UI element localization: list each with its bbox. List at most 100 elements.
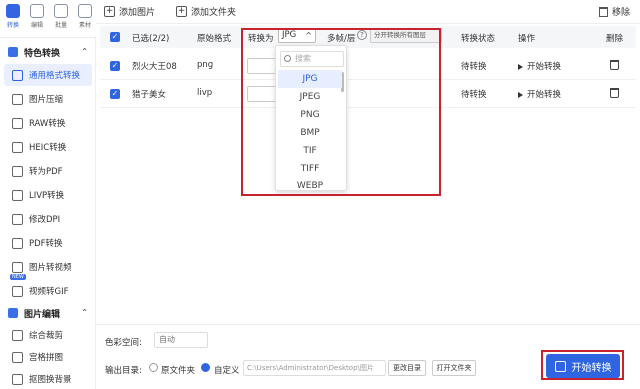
trash-icon[interactable] <box>610 88 619 98</box>
custom-label: 自定义 <box>214 366 240 376</box>
cutout-icon <box>12 373 23 385</box>
sidebar-item-label: 视频转GIF <box>29 287 69 297</box>
format-dropdown: 搜索 JPG JPEG PNG BMP TIF TIFF WEBP <box>275 45 347 191</box>
sidebar-item-label: 宫格拼图 <box>29 353 64 363</box>
format-option-tif[interactable]: TIF <box>278 142 342 160</box>
sidebar-item-to-pdf[interactable]: 转为PDF <box>4 160 92 182</box>
rail-edit[interactable]: 编辑 <box>26 4 48 34</box>
add-image-label: 添加图片 <box>119 8 156 18</box>
change-dir-button[interactable]: 更改目录 <box>388 360 426 376</box>
trash-icon[interactable] <box>610 60 619 70</box>
play-icon <box>518 64 523 70</box>
table-row[interactable]: ✓ 烈火大王08 png 待转换 开始转换 <box>100 52 636 80</box>
rail-batch-label: 批量 <box>54 22 67 29</box>
format-option-jpeg[interactable]: JPEG <box>278 88 342 106</box>
compress-icon <box>12 93 23 105</box>
row-checkbox[interactable]: ✓ <box>110 89 120 99</box>
crop-icon <box>12 329 23 341</box>
dpi-icon <box>12 213 23 225</box>
multi-frame-select[interactable]: 分开转换所有图层 <box>370 28 442 43</box>
sidebar-item-compress[interactable]: 图片压缩 <box>4 88 92 110</box>
sidebar-item-label: 通用格式转换 <box>29 71 81 81</box>
row-start-button[interactable]: 开始转换 <box>518 88 561 100</box>
header-orig-format: 原始格式 <box>197 34 232 44</box>
start-convert-button[interactable]: 开始转换 <box>546 354 620 378</box>
sidebar-item-label: 图片压缩 <box>29 95 64 105</box>
section-image-edit[interactable]: 图片编辑 ⌃ <box>0 302 96 324</box>
row-start-button[interactable]: 开始转换 <box>518 60 561 72</box>
table-row[interactable]: ✓ 猎子美女 livp 待转换 开始转换 <box>100 80 636 108</box>
sidebar-item-general-convert[interactable]: 通用格式转换 <box>4 64 92 86</box>
radio-custom[interactable] <box>201 363 210 372</box>
sidebar-item-label: PDF转换 <box>29 239 63 249</box>
trash-icon <box>598 6 608 17</box>
select-all-checkbox[interactable]: ✓ <box>110 32 120 42</box>
file-status: 待转换 <box>461 62 487 72</box>
radio-original-folder[interactable] <box>149 363 158 372</box>
format-option-jpg[interactable]: JPG <box>278 70 342 88</box>
help-icon[interactable]: ? <box>357 30 367 40</box>
sidebar-item-grid-collage[interactable]: 宫格拼图 <box>4 346 92 368</box>
sidebar-item-label: 修改DPI <box>29 215 61 225</box>
clear-list-button[interactable]: 移除 <box>598 5 630 18</box>
sidebar-item-heic[interactable]: HEIC转换 <box>4 136 92 158</box>
add-image-button[interactable]: + 添加图片 <box>104 5 155 18</box>
sidebar-item-crop[interactable]: 综合裁剪 <box>4 324 92 346</box>
multi-frame-value: 分开转换所有图层 <box>374 31 426 39</box>
sidebar-item-video-to-gif[interactable]: NEW 视频转GIF <box>4 274 92 302</box>
play-icon <box>518 92 523 98</box>
special-convert-icon <box>8 47 18 57</box>
open-folder-button[interactable]: 打开文件夹 <box>432 360 476 376</box>
table-header: ✓ 已选(2/2) 原始格式 转换为 多帧/层 转换状态 操作 删除 <box>100 26 636 48</box>
toolbar: + 添加图片 + 添加文件夹 移除 <box>96 0 640 24</box>
mode-rail: 转换 编辑 批量 素材 <box>0 0 96 38</box>
format-option-webp[interactable]: WEBP <box>278 177 342 195</box>
grid-icon <box>12 351 23 363</box>
file-name: 烈火大王08 <box>132 62 177 72</box>
rail-batch[interactable]: 批量 <box>50 4 72 34</box>
rail-material[interactable]: 素材 <box>74 4 96 34</box>
convert-icon <box>554 360 566 372</box>
sidebar-item-pdf-convert[interactable]: PDF转换 <box>4 232 92 254</box>
rail-convert[interactable]: 转换 <box>2 4 24 34</box>
sidebar-item-label: 抠图换背景 <box>29 375 72 385</box>
clear-list-label: 移除 <box>611 8 630 18</box>
chevron-up-icon: ^ <box>305 31 312 40</box>
output-path-value: C:\Users\Administrator\Desktop\图片 <box>247 364 374 372</box>
sidebar-item-livp[interactable]: LIVP转换 <box>4 184 92 206</box>
sidebar-item-label: HEIC转换 <box>29 143 67 153</box>
row-checkbox[interactable]: ✓ <box>110 61 120 71</box>
pdf-icon <box>12 165 23 177</box>
sidebar-item-cutout[interactable]: 抠图换背景 <box>4 368 92 389</box>
search-icon <box>284 55 291 62</box>
format-option-bmp[interactable]: BMP <box>278 124 342 142</box>
file-format: png <box>197 60 214 70</box>
header-selected: 已选(2/2) <box>132 34 170 44</box>
format-option-tiff[interactable]: TIFF <box>278 160 342 178</box>
header-convert-to: 转换为 <box>248 34 274 44</box>
new-badge: NEW <box>10 274 26 280</box>
format-option-png[interactable]: PNG <box>278 106 342 124</box>
sidebar-item-label: LIVP转换 <box>29 191 65 201</box>
rail-material-label: 素材 <box>78 22 91 29</box>
header-delete: 删除 <box>606 34 624 44</box>
start-convert-label: 开始转换 <box>571 362 612 374</box>
app-window: 转换 编辑 批量 素材 特色转换 ⌃ 通用格式转换 图片压缩 RAW转换 HEI… <box>0 0 640 389</box>
edit-icon <box>30 4 44 18</box>
video-icon <box>12 261 23 273</box>
add-folder-icon: + <box>176 6 187 17</box>
color-space-select[interactable]: 自动 <box>154 332 208 348</box>
sidebar-item-dpi[interactable]: 修改DPI <box>4 208 92 230</box>
format-search-input[interactable]: 搜索 <box>280 51 344 67</box>
output-path-input[interactable]: C:\Users\Administrator\Desktop\图片 <box>243 360 386 376</box>
section-special-convert[interactable]: 特色转换 ⌃ <box>0 41 96 63</box>
gif-icon <box>12 285 23 297</box>
image-icon <box>12 69 23 81</box>
row-start-label: 开始转换 <box>527 62 562 72</box>
add-folder-button[interactable]: + 添加文件夹 <box>176 5 236 18</box>
chevron-up-icon: ⌃ <box>81 47 88 56</box>
section-special-convert-label: 特色转换 <box>24 48 61 59</box>
sidebar-item-raw[interactable]: RAW转换 <box>4 112 92 134</box>
add-image-icon: + <box>104 6 115 17</box>
convert-format-select[interactable]: JPG ^ <box>278 28 316 43</box>
